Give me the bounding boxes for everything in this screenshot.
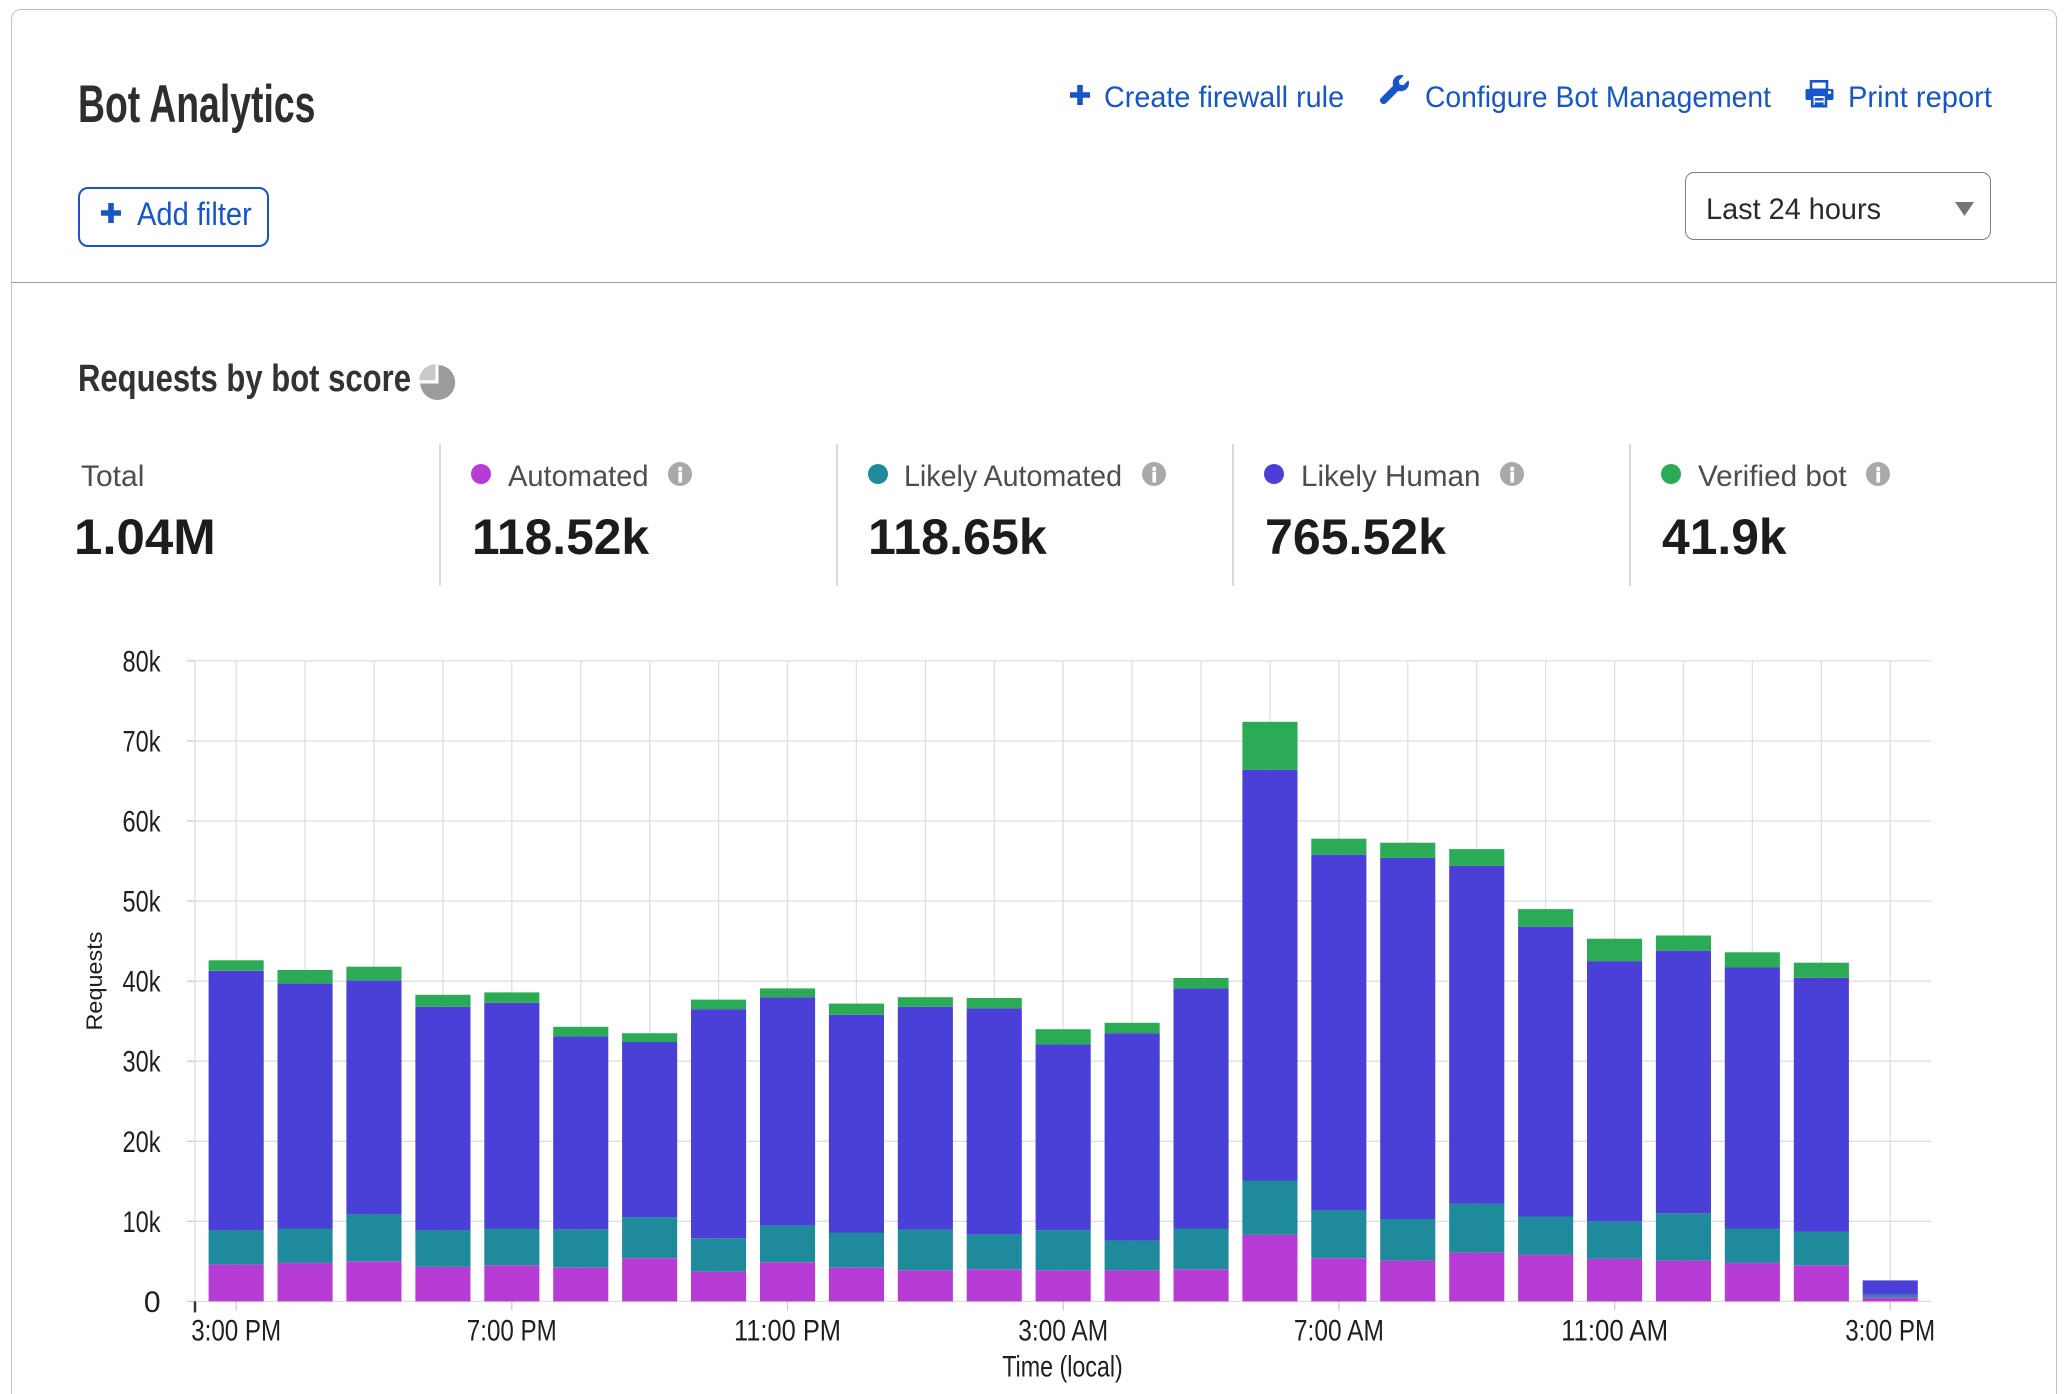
svg-text:3:00 PM: 3:00 PM	[191, 1315, 281, 1348]
svg-text:0: 0	[144, 1286, 161, 1319]
svg-text:11:00 AM: 11:00 AM	[1561, 1315, 1668, 1348]
svg-text:70k: 70k	[123, 726, 162, 759]
svg-text:3:00 AM: 3:00 AM	[1018, 1315, 1108, 1348]
svg-text:80k: 80k	[123, 645, 162, 678]
svg-text:30k: 30k	[123, 1046, 162, 1079]
svg-text:3:00 PM: 3:00 PM	[1845, 1315, 1935, 1348]
svg-text:10k: 10k	[123, 1206, 162, 1239]
svg-text:11:00 PM: 11:00 PM	[734, 1315, 841, 1348]
svg-text:50k: 50k	[123, 886, 162, 919]
svg-text:7:00 AM: 7:00 AM	[1294, 1315, 1384, 1348]
svg-text:60k: 60k	[123, 806, 162, 839]
svg-text:40k: 40k	[123, 966, 162, 999]
svg-text:20k: 20k	[123, 1126, 162, 1159]
svg-text:Time (local): Time (local)	[1002, 1351, 1123, 1384]
svg-text:7:00 PM: 7:00 PM	[467, 1315, 557, 1348]
svg-text:Requests: Requests	[82, 932, 107, 1031]
